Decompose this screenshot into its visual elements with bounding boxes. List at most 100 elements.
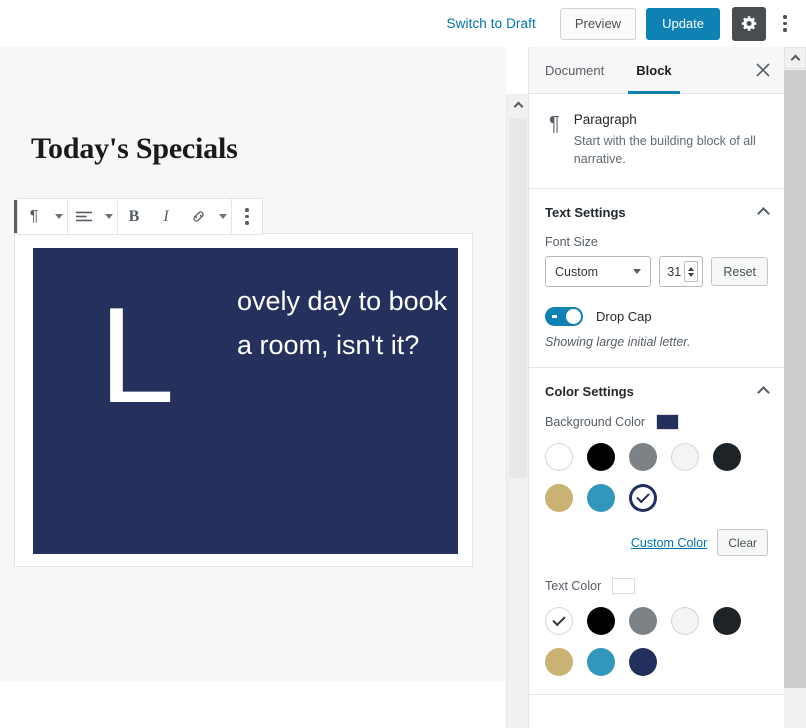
panel-color-settings: Color Settings Background Color Custom C…: [529, 368, 784, 696]
check-icon: [552, 613, 566, 627]
font-size-controls: Custom 31 Reset: [545, 256, 768, 288]
toolbar-group-alignment: [68, 199, 118, 234]
font-size-label: Font Size: [545, 235, 598, 250]
chevron-up-icon: [790, 54, 800, 65]
editor-content-area: Today's Specials ¶ B I L ovely day to bo…: [0, 47, 528, 728]
post-title-heading[interactable]: Today's Specials: [31, 132, 238, 166]
stepper-down-icon[interactable]: [688, 272, 695, 277]
update-button[interactable]: Update: [646, 7, 720, 40]
window-scrollbar[interactable]: [784, 47, 806, 728]
kebab-dot: [783, 21, 787, 26]
align-left-icon[interactable]: [68, 199, 100, 234]
switch-to-draft-button[interactable]: Switch to Draft: [447, 16, 536, 31]
color-swatch-off-white[interactable]: [671, 443, 699, 472]
color-swatch-cyan-blue[interactable]: [587, 648, 615, 677]
stepper-up-icon[interactable]: [688, 266, 695, 271]
font-size-reset-button[interactable]: Reset: [711, 257, 768, 287]
kebab-dot: [245, 208, 249, 212]
color-swatch-black[interactable]: [587, 443, 615, 472]
background-color-header: Background Color: [545, 414, 768, 431]
color-swatch-gray[interactable]: [629, 607, 657, 636]
block-title: Paragraph: [573, 112, 637, 127]
kebab-dot: [783, 15, 787, 19]
color-swatch-tan[interactable]: [545, 648, 573, 677]
tab-document[interactable]: Document: [529, 47, 620, 93]
drop-cap-row: Drop Cap: [545, 307, 768, 327]
toolbar-group-formatting: B I: [118, 199, 232, 234]
wordpress-block-editor: Switch to Draft Preview Update Today's S…: [0, 0, 806, 728]
drop-cap-toggle[interactable]: [545, 307, 583, 327]
panel-text-settings: Text Settings Font Size Custom 31 Reset: [529, 189, 784, 369]
clear-background-color-button[interactable]: Clear: [717, 529, 768, 557]
custom-color-link[interactable]: Custom Color: [631, 536, 707, 550]
drop-cap-label: Drop Cap: [596, 309, 652, 325]
formatting-chevron-down-icon[interactable]: [214, 199, 231, 234]
editor-scroll-up-button[interactable]: [507, 94, 528, 116]
color-swatch-white[interactable]: [545, 443, 573, 472]
text-color-header: Text Color: [545, 578, 768, 595]
paragraph-icon: ¶: [549, 113, 560, 135]
selected-paragraph-block[interactable]: L ovely day to book a room, isn't it?: [14, 233, 473, 567]
chevron-up-icon: [757, 207, 770, 221]
gear-icon: [741, 16, 756, 31]
text-settings-title: Text Settings: [545, 204, 626, 220]
color-swatch-navy[interactable]: [629, 648, 657, 677]
tab-block[interactable]: Block: [620, 47, 687, 94]
block-more-options-button[interactable]: [232, 199, 262, 234]
kebab-dot: [245, 214, 249, 219]
color-swatch-navy[interactable]: [629, 484, 657, 513]
settings-gear-button[interactable]: [732, 6, 766, 41]
block-info-card: ¶ Paragraph Start with the building bloc…: [529, 94, 784, 190]
preview-button[interactable]: Preview: [559, 7, 637, 40]
more-options-button[interactable]: [772, 7, 798, 41]
window-scrollbar-thumb[interactable]: [784, 70, 806, 688]
italic-button[interactable]: I: [150, 199, 182, 234]
kebab-dot: [783, 28, 787, 32]
editor-scrollbar[interactable]: [506, 94, 528, 728]
color-settings-header[interactable]: Color Settings: [545, 368, 770, 414]
check-icon: [636, 490, 650, 504]
block-type-chevron-down-icon[interactable]: [50, 199, 67, 234]
text-color-current-chip[interactable]: [612, 578, 636, 595]
color-swatch-black[interactable]: [587, 607, 615, 636]
font-size-stepper[interactable]: [684, 261, 699, 283]
chevron-up-icon: [757, 386, 770, 400]
color-swatch-near-black[interactable]: [713, 607, 741, 636]
editor-scrollbar-thumb[interactable]: [509, 118, 527, 478]
color-settings-title: Color Settings: [545, 383, 634, 399]
drop-cap-letter: L: [99, 279, 175, 431]
color-swatch-near-black[interactable]: [713, 443, 741, 472]
chevron-up-icon: [513, 101, 523, 112]
font-size-value: 31: [667, 264, 682, 279]
bold-button[interactable]: B: [118, 199, 150, 234]
color-swatch-cyan-blue[interactable]: [587, 484, 615, 513]
close-icon: [756, 63, 770, 77]
font-size-preset-select[interactable]: Custom: [545, 256, 652, 288]
color-swatch-white[interactable]: [545, 607, 573, 636]
color-swatch-tan[interactable]: [545, 484, 573, 513]
editor-canvas[interactable]: Today's Specials ¶ B I L ovely day to bo…: [0, 47, 506, 681]
color-swatch-gray[interactable]: [629, 443, 657, 472]
paragraph-text[interactable]: ovely day to book a room, isn't it?: [237, 280, 452, 367]
block-toolbar: ¶ B I: [17, 198, 263, 235]
font-size-input[interactable]: 31: [659, 256, 704, 288]
block-settings-sidebar: Document Block ¶ Paragraph Start with th…: [528, 47, 784, 728]
link-icon[interactable]: [182, 199, 214, 234]
background-color-swatches: [545, 443, 768, 513]
background-color-actions: Custom Color Clear: [545, 529, 768, 557]
text-color-label: Text Color: [545, 579, 602, 594]
color-swatch-off-white[interactable]: [671, 607, 699, 636]
window-scroll-up-button[interactable]: [784, 47, 806, 69]
chevron-down-icon: [633, 269, 642, 275]
toggle-dash-icon: [552, 315, 557, 318]
editor-top-bar: Switch to Draft Preview Update: [0, 0, 806, 47]
text-settings-header[interactable]: Text Settings: [545, 189, 770, 235]
paragraph-icon[interactable]: ¶: [18, 199, 50, 234]
paragraph-colored-background[interactable]: L ovely day to book a room, isn't it?: [33, 248, 458, 554]
toolbar-group-block-type: ¶: [18, 199, 68, 234]
close-sidebar-button[interactable]: [742, 47, 784, 93]
alignment-chevron-down-icon[interactable]: [100, 199, 117, 234]
background-color-current-chip[interactable]: [656, 414, 680, 431]
block-description: Start with the building block of all nar…: [573, 134, 756, 167]
toolbar-group-more: [232, 199, 262, 234]
